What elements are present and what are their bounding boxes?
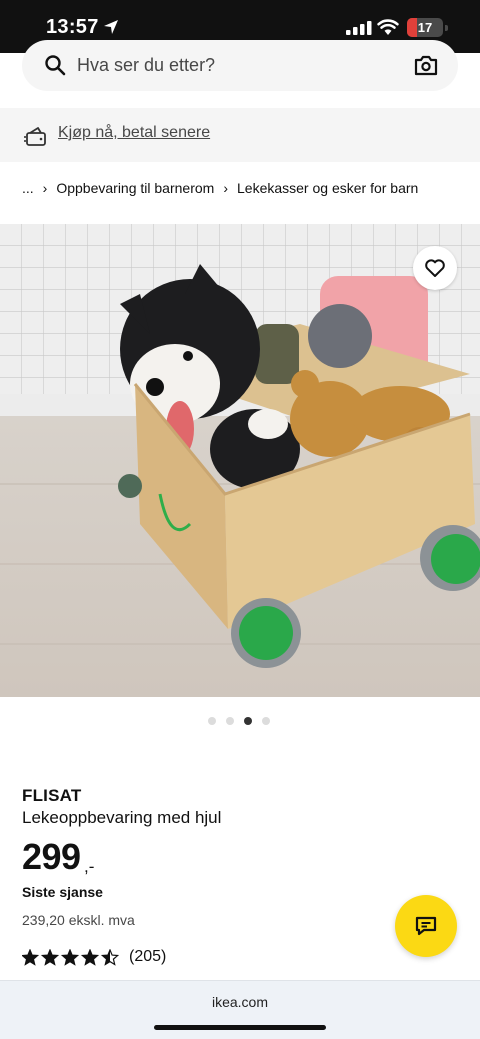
carousel-dot[interactable] (226, 717, 234, 725)
promo-link[interactable]: Kjøp nå, betal senere (58, 124, 210, 142)
battery-indicator: 17 (407, 18, 443, 37)
carousel-dot[interactable] (262, 717, 270, 725)
chevron-right-icon: › (223, 180, 228, 196)
product-brand: FLISAT (22, 786, 82, 805)
battery-cap (445, 25, 448, 31)
chevron-right-icon: › (42, 180, 48, 196)
wallet-payment-icon (24, 127, 46, 146)
last-chance-label: Siste sjanse (22, 884, 103, 900)
wifi-icon (377, 19, 399, 35)
search-input[interactable]: Hva ser du etter? (77, 55, 215, 76)
chat-button[interactable] (395, 895, 457, 957)
browser-address-bar[interactable]: ikea.com (0, 980, 480, 1039)
carousel-dots (208, 716, 272, 726)
camera-icon[interactable] (414, 54, 438, 76)
breadcrumb-item-toy-boxes[interactable]: Lekekasser og esker for barn (237, 180, 418, 196)
price-excl-vat: 239,20 ekskl. mva (22, 912, 135, 928)
rating-stars[interactable] (22, 949, 122, 967)
price-suffix: ,- (84, 857, 95, 876)
chat-bubble-icon (415, 916, 437, 936)
cellular-signal-icon (346, 21, 372, 35)
status-time: 13:57 (46, 16, 99, 38)
battery-percentage: 17 (417, 20, 433, 35)
heart-icon (425, 259, 445, 277)
search-bar[interactable]: Hva ser du etter? (22, 40, 458, 91)
breadcrumb-item-storage[interactable]: Oppbevaring til barnerom (56, 180, 214, 196)
location-arrow-icon (104, 20, 118, 34)
product-description: Lekeoppbevaring med hjul (22, 808, 222, 827)
breadcrumb-ellipsis[interactable]: ... (22, 180, 34, 196)
url-text[interactable]: ikea.com (0, 994, 480, 1010)
breadcrumb: ... › Oppbevaring til barnerom › Lekekas… (22, 177, 418, 199)
product-image[interactable] (0, 224, 480, 697)
favorite-button[interactable] (413, 246, 457, 290)
search-icon (45, 55, 66, 76)
product-price: 299 (22, 836, 81, 877)
home-indicator (154, 1025, 326, 1030)
carousel-dot[interactable] (244, 717, 252, 725)
promo-banner[interactable]: Kjøp nå, betal senere (0, 108, 480, 162)
review-count[interactable]: (205) (129, 948, 166, 966)
carousel-dot[interactable] (208, 717, 216, 725)
